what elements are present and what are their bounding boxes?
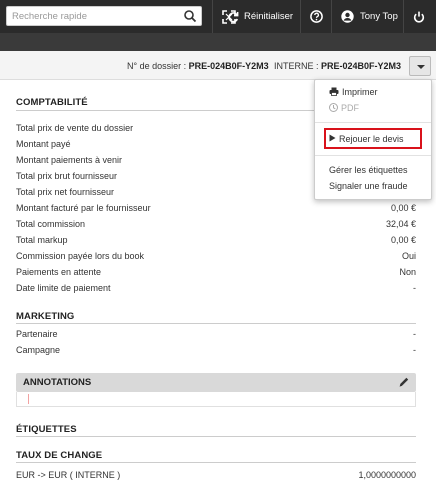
- row-label: Montant paiements à venir: [16, 155, 123, 165]
- menu-item-label: Rejouer le devis: [339, 134, 404, 144]
- menu-item-replay-quote[interactable]: Rejouer le devis: [329, 134, 404, 144]
- internal-number-label: INTERNE :: [274, 61, 319, 71]
- row-value: 32,04 €: [385, 219, 416, 229]
- section-divider: [16, 436, 416, 437]
- chevron-down-icon: [417, 65, 425, 69]
- marketing-title: MARKETING: [16, 311, 75, 322]
- menu-item-manage-tags[interactable]: Gérer les étiquettes: [329, 165, 408, 175]
- row-label: EUR -> EUR ( INTERNE ): [16, 470, 121, 480]
- toolbar-divider: [331, 0, 332, 33]
- tags-title: ÉTIQUETTES: [16, 424, 77, 435]
- row-label: Total markup: [16, 235, 68, 245]
- row-label: Campagne: [16, 345, 61, 355]
- accounting-row: Date limite de paiement -: [16, 280, 416, 296]
- section-divider: [16, 462, 416, 463]
- row-label: Commission payée lors du book: [16, 251, 145, 261]
- row-value: 0,00 €: [390, 235, 416, 245]
- section-divider: [16, 323, 416, 324]
- menu-item-pdf[interactable]: PDF: [329, 103, 359, 114]
- menu-item-label: Gérer les étiquettes: [329, 165, 408, 175]
- menu-item-label: PDF: [341, 103, 359, 113]
- print-icon: [329, 87, 339, 98]
- dossier-number: N° de dossier : PRE-024B0F-Y2M3: [127, 61, 269, 71]
- row-value: Oui: [401, 251, 416, 261]
- marketing-row: Campagne -: [16, 342, 416, 358]
- row-label: Date limite de paiement: [16, 283, 111, 293]
- row-label: Total commission: [16, 219, 86, 229]
- accounting-row: Paiements en attente Non: [16, 264, 416, 280]
- exchange-row: EUR -> EUR ( INTERNE ) 1,0000000000: [16, 467, 416, 483]
- menu-divider: [315, 155, 431, 156]
- logout-button[interactable]: [413, 0, 425, 33]
- accounting-row: Total commission 32,04 €: [16, 216, 416, 232]
- user-menu-button[interactable]: Tony Top: [341, 0, 398, 33]
- user-name: Tony Top: [360, 11, 398, 22]
- reset-label: Réinitialiser: [244, 11, 294, 22]
- search-icon[interactable]: [182, 9, 198, 23]
- help-button[interactable]: [310, 0, 323, 33]
- menu-divider: [315, 122, 431, 123]
- row-label: Total prix de vente du dossier: [16, 123, 134, 133]
- row-label: Paiements en attente: [16, 267, 102, 277]
- actions-dropdown-menu: Imprimer PDF Rejouer le devis Gérer les …: [314, 79, 432, 200]
- row-value: 1,0000000000: [358, 470, 416, 480]
- annotations-title: ANNOTATIONS: [23, 377, 92, 388]
- annotations-body[interactable]: [16, 392, 416, 407]
- accounting-row: Total markup 0,00 €: [16, 232, 416, 248]
- toolbar-divider: [300, 0, 301, 33]
- menu-item-report-fraud[interactable]: Signaler une fraude: [329, 181, 408, 191]
- accounting-row: Montant facturé par le fournisseur 0,00 €: [16, 200, 416, 216]
- accounting-title: COMPTABILITÉ: [16, 97, 88, 108]
- search-input[interactable]: [7, 7, 177, 25]
- reset-button[interactable]: Réinitialiser: [227, 0, 293, 33]
- toolbar-divider: [403, 0, 404, 33]
- dossier-number-label: N° de dossier :: [127, 61, 187, 71]
- top-navigation-bar: Réinitialiser Tony Top: [0, 0, 436, 33]
- help-icon: [310, 10, 323, 23]
- internal-number-value: PRE-024B0F-Y2M3: [321, 61, 402, 71]
- row-value: -: [413, 345, 416, 355]
- row-value: 0,00 €: [390, 203, 416, 213]
- pdf-icon: [329, 103, 338, 114]
- dossier-number-value: PRE-024B0F-Y2M3: [188, 61, 269, 71]
- menu-item-label: Imprimer: [342, 87, 378, 97]
- annotations-header: ANNOTATIONS: [16, 373, 416, 392]
- accounting-row: Commission payée lors du book Oui: [16, 248, 416, 264]
- menu-item-label: Signaler une fraude: [329, 181, 408, 191]
- row-label: Total prix brut fournisseur: [16, 171, 118, 181]
- power-icon: [413, 11, 425, 23]
- quick-search[interactable]: [6, 6, 202, 26]
- internal-number: INTERNE : PRE-024B0F-Y2M3: [274, 61, 401, 71]
- dossier-header: N° de dossier : PRE-024B0F-Y2M3 INTERNE …: [0, 51, 436, 80]
- row-value: Non: [399, 267, 416, 277]
- play-icon: [329, 134, 336, 144]
- toolbar-divider: [212, 0, 213, 33]
- refresh-icon: [227, 11, 239, 23]
- user-icon: [341, 10, 354, 23]
- row-value: -: [413, 283, 416, 293]
- pencil-icon[interactable]: [398, 376, 410, 391]
- menu-item-print[interactable]: Imprimer: [329, 87, 378, 98]
- row-label: Total prix net fournisseur: [16, 187, 115, 197]
- row-label: Montant facturé par le fournisseur: [16, 203, 151, 213]
- row-value: -: [413, 329, 416, 339]
- text-cursor: [28, 394, 29, 404]
- actions-dropdown-toggle[interactable]: [409, 56, 431, 76]
- secondary-bar: [0, 33, 436, 51]
- row-label: Montant payé: [16, 139, 71, 149]
- row-label: Partenaire: [16, 329, 58, 339]
- marketing-row: Partenaire -: [16, 326, 416, 342]
- exchange-title: TAUX DE CHANGE: [16, 450, 103, 461]
